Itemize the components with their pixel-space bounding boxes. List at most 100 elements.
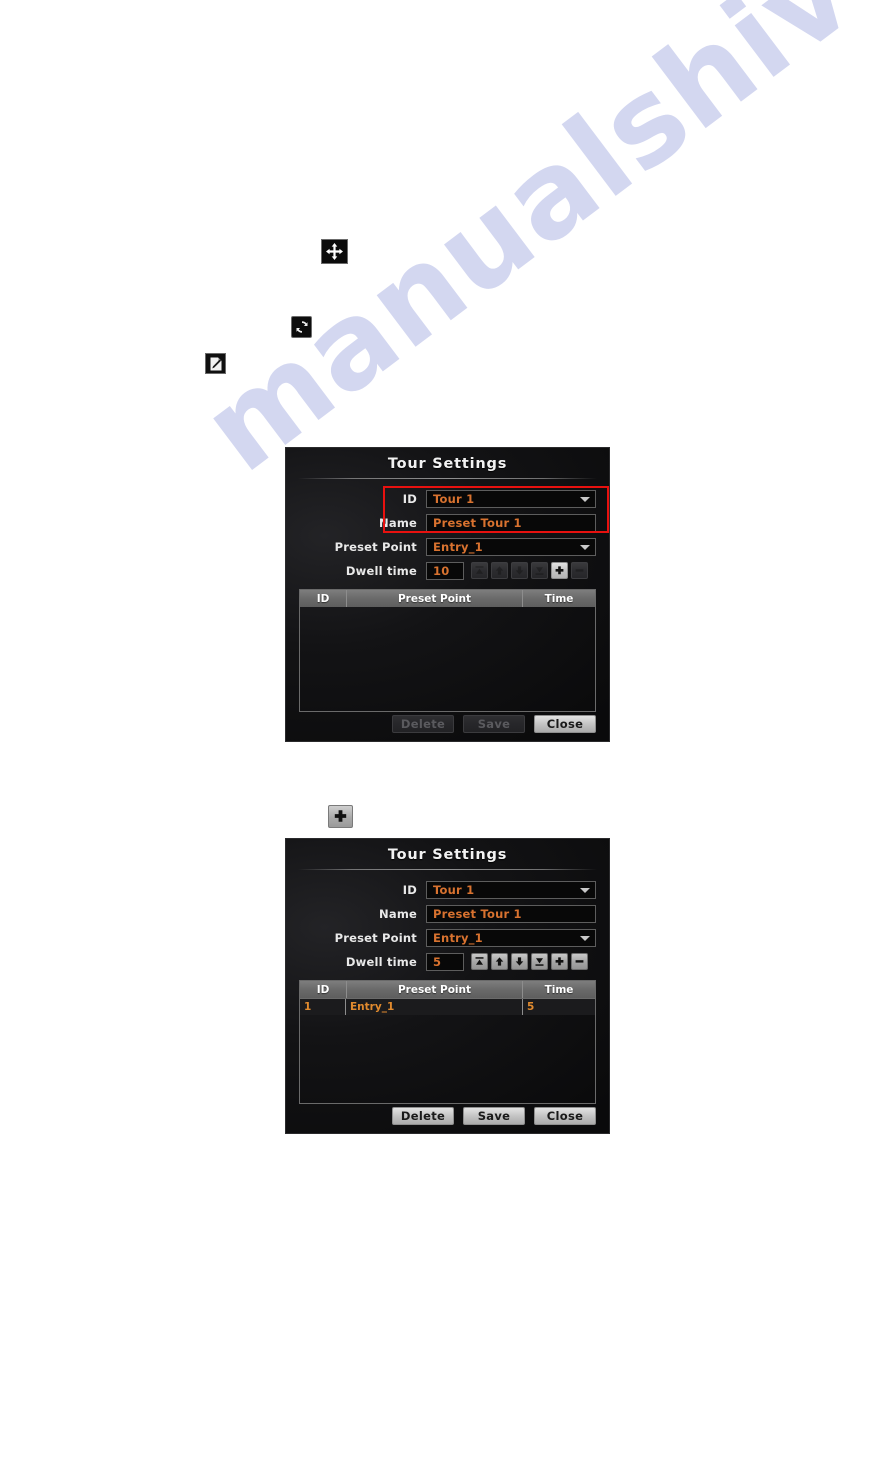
pan-tilt-move-icon[interactable]: [321, 239, 348, 264]
preset-edit-page-icon[interactable]: [205, 353, 226, 374]
table-body-empty[interactable]: [300, 607, 595, 711]
id-dropdown[interactable]: Tour 1: [426, 489, 596, 508]
tour-settings-dialog-after-add: Tour Settings ID Tour 1 Name Preset Tour…: [285, 838, 786, 1469]
dwell-time-label: Dwell time: [345, 954, 417, 969]
close-button[interactable]: Close: [534, 1107, 596, 1125]
circular-arrows-glyph: [296, 321, 307, 333]
move-up-button[interactable]: [491, 562, 508, 579]
field-row-name: Name Preset Tour 1: [299, 904, 596, 923]
column-header-id: ID: [300, 981, 347, 998]
dialog-glow: [586, 918, 786, 1078]
dwell-time-input[interactable]: 5: [426, 952, 464, 971]
remove-row-button[interactable]: [571, 562, 588, 579]
id-value: Tour 1: [433, 491, 475, 506]
watermark-text: manualshive.com: [178, 0, 893, 499]
plus-glyph: [334, 810, 347, 822]
dialog-form: ID Tour 1 Name Preset Tour 1 Preset Poin…: [286, 870, 609, 971]
field-row-preset-point: Preset Point Entry_1: [299, 928, 596, 947]
dialog-footer: Delete Save Close: [286, 715, 609, 733]
plus-icon: [555, 566, 564, 575]
four-way-arrows-glyph: [326, 243, 343, 260]
column-header-time: Time: [544, 983, 574, 996]
auto-scan-refresh-icon[interactable]: [291, 316, 312, 338]
add-plus-icon[interactable]: [328, 805, 353, 828]
table-body-empty[interactable]: [300, 1015, 595, 1103]
dialog-title: Tour Settings: [387, 847, 508, 863]
minus-icon: [575, 569, 584, 572]
move-to-bottom-button[interactable]: [531, 562, 548, 579]
move-down-button[interactable]: [511, 953, 528, 970]
dialog-glow: [586, 1309, 786, 1469]
id-label: ID: [402, 882, 417, 897]
field-row-dwell-time: Dwell time 5: [299, 952, 596, 971]
move-to-bottom-button[interactable]: [531, 953, 548, 970]
preset-point-value: Entry_1: [433, 930, 483, 945]
field-row-preset-point: Preset Point Entry_1: [299, 537, 596, 556]
dialog-form: ID Tour 1 Name Preset Tour 1 Preset Poin…: [286, 479, 609, 580]
move-to-top-button[interactable]: [471, 953, 488, 970]
dialog-footer: Delete Save Close: [286, 1107, 609, 1125]
save-button[interactable]: Save: [463, 715, 525, 733]
bar-arrow-up-icon: [475, 566, 484, 574]
name-label: Name: [379, 515, 417, 530]
chevron-down-icon: [580, 887, 590, 893]
table-header: ID Preset Point Time: [300, 590, 595, 607]
chevron-down-icon: [580, 496, 590, 502]
name-label: Name: [379, 906, 417, 921]
id-value: Tour 1: [433, 882, 475, 897]
tour-settings-dialog-initial: Tour Settings ID Tour 1 Name Preset Tour…: [285, 447, 786, 1078]
preset-point-value: Entry_1: [433, 539, 483, 554]
preset-point-dropdown[interactable]: Entry_1: [426, 928, 596, 947]
id-dropdown[interactable]: Tour 1: [426, 880, 596, 899]
dwell-time-value: 5: [433, 954, 442, 969]
preset-point-dropdown[interactable]: Entry_1: [426, 537, 596, 556]
dwell-time-value: 10: [433, 563, 450, 578]
chevron-down-icon: [580, 935, 590, 941]
remove-row-button[interactable]: [571, 953, 588, 970]
plus-icon: [555, 957, 564, 966]
preset-point-label: Preset Point: [334, 930, 417, 945]
field-row-id: ID Tour 1: [299, 880, 596, 899]
column-header-time: Time: [544, 592, 574, 605]
name-value: Preset Tour 1: [433, 906, 522, 921]
add-row-button[interactable]: [551, 562, 568, 579]
column-header-preset-point: Preset Point: [347, 981, 523, 998]
table-row[interactable]: 1 Entry_1 5: [300, 998, 595, 1015]
name-input[interactable]: Preset Tour 1: [426, 513, 596, 532]
arrow-down-icon: [515, 957, 524, 966]
field-row-dwell-time: Dwell time 10: [299, 561, 596, 580]
page-with-pen-glyph: [210, 357, 221, 370]
bar-arrow-down-icon: [535, 567, 544, 575]
id-label: ID: [402, 491, 417, 506]
dwell-time-label: Dwell time: [345, 563, 417, 578]
move-up-button[interactable]: [491, 953, 508, 970]
row-order-button-strip: [471, 562, 588, 579]
field-row-id: ID Tour 1: [299, 489, 596, 508]
tour-table: ID Preset Point Time 1 Entry_1 5: [299, 980, 596, 1104]
name-value: Preset Tour 1: [433, 515, 522, 530]
column-header-preset-point: Preset Point: [347, 590, 523, 607]
add-row-button[interactable]: [551, 953, 568, 970]
move-down-button[interactable]: [511, 562, 528, 579]
cell-preset-point: Entry_1: [346, 999, 523, 1015]
delete-button[interactable]: Delete: [392, 1107, 454, 1125]
dialog-title: Tour Settings: [387, 456, 508, 472]
minus-icon: [575, 960, 584, 963]
cell-id: 1: [300, 999, 346, 1015]
arrow-down-icon: [515, 566, 524, 575]
close-button[interactable]: Close: [534, 715, 596, 733]
cell-time: 5: [527, 1001, 535, 1013]
name-input[interactable]: Preset Tour 1: [426, 904, 596, 923]
field-row-name: Name Preset Tour 1: [299, 513, 596, 532]
save-button[interactable]: Save: [463, 1107, 525, 1125]
move-to-top-button[interactable]: [471, 562, 488, 579]
bar-arrow-down-icon: [535, 958, 544, 966]
tour-table: ID Preset Point Time: [299, 589, 596, 712]
arrow-up-icon: [495, 957, 504, 966]
delete-button[interactable]: Delete: [392, 715, 454, 733]
chevron-down-icon: [580, 544, 590, 550]
column-header-id: ID: [300, 590, 347, 607]
preset-point-label: Preset Point: [334, 539, 417, 554]
table-header: ID Preset Point Time: [300, 981, 595, 998]
dwell-time-input[interactable]: 10: [426, 561, 464, 580]
